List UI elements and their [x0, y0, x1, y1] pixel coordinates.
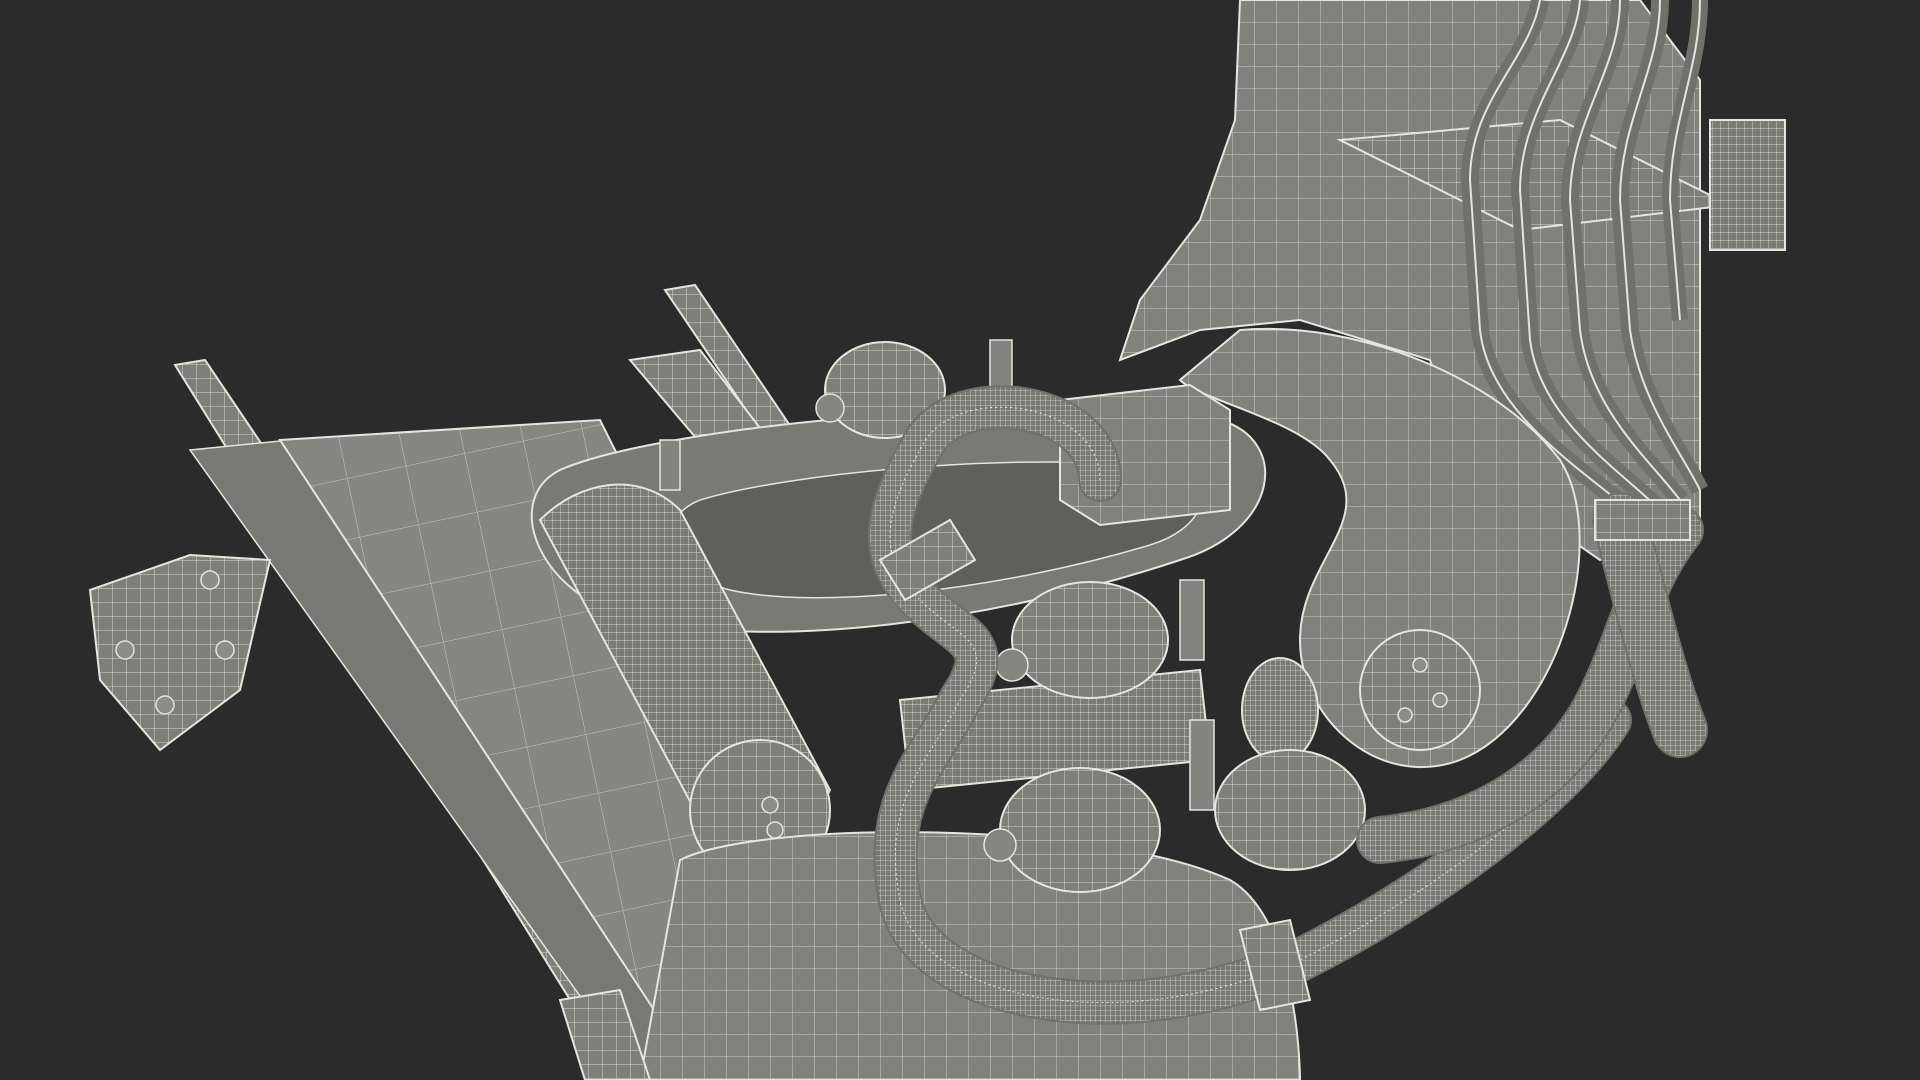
bulb-lower-left	[999, 767, 1161, 893]
bulb-lower-right	[1214, 749, 1366, 871]
hose-clamp-right	[1594, 499, 1691, 541]
bulb-middle-nozzle	[995, 648, 1029, 682]
cable-clamp-block	[1709, 119, 1786, 251]
rotary-joint	[1359, 629, 1481, 751]
threaded-collar	[1241, 657, 1319, 763]
bulb-lower-left-nozzle	[983, 828, 1017, 862]
wireframe-render-viewport	[0, 0, 1920, 1080]
bulb-middle	[1011, 581, 1169, 699]
wireframe-model-svg	[0, 0, 1920, 1080]
bulb-upper-nozzle	[815, 393, 845, 423]
